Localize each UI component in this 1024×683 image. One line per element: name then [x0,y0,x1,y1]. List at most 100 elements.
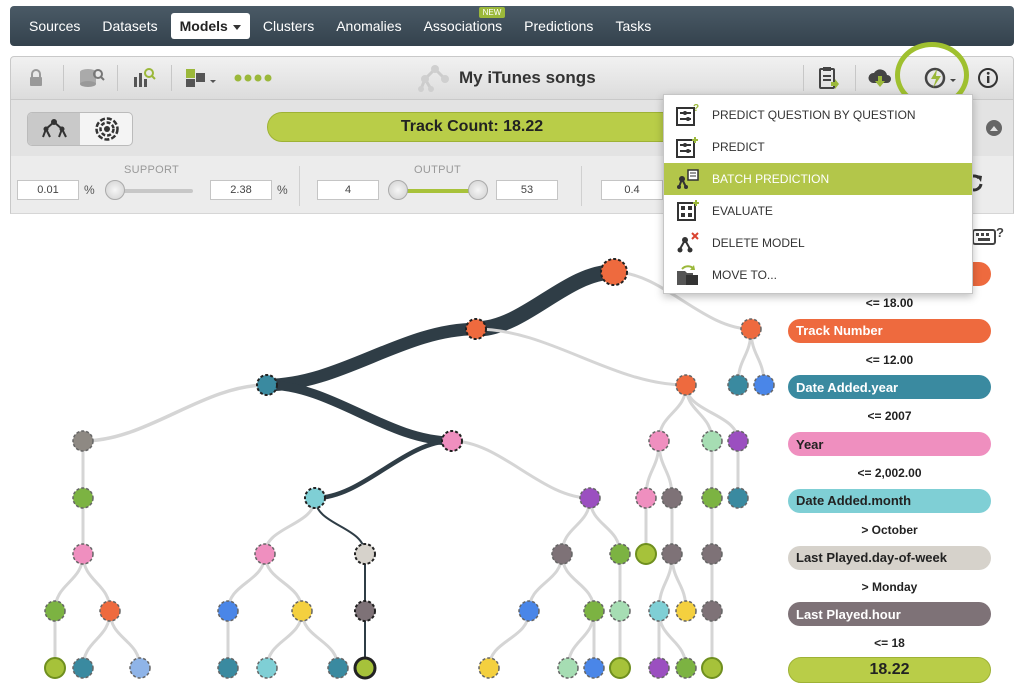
model-type-icon[interactable] [183,65,219,91]
path-condition: <= 2007 [867,409,912,424]
tree-node[interactable] [701,487,723,509]
keyboard-shortcuts-icon[interactable]: ? [972,225,1004,247]
output-slider-track[interactable] [397,189,479,193]
output-min-input[interactable]: 4 [317,180,379,200]
tree-node[interactable] [72,543,94,565]
tree-node[interactable] [635,487,657,509]
tree-node[interactable] [441,430,463,452]
tree-node[interactable] [72,487,94,509]
output-slider-min-handle[interactable] [388,180,408,200]
menu-item-predict-question-by-question[interactable]: ? PREDICT QUESTION BY QUESTION [664,99,972,131]
dots-menu-icon[interactable] [231,65,275,91]
tree-node[interactable] [727,430,749,452]
tree-node[interactable] [661,543,683,565]
menu-item-move-to[interactable]: MOVE TO... [664,259,972,291]
menu-item-delete-model[interactable]: DELETE MODEL [664,227,972,259]
menu-item-predict[interactable]: PREDICT [664,131,972,163]
tree-node[interactable] [256,374,278,396]
nav-label: Anomalies [336,18,402,34]
support-max-input[interactable]: 2.38 [210,180,272,200]
tree-node[interactable] [648,430,670,452]
path-condition: <= 12.00 [865,352,914,367]
clipboard-icon[interactable] [815,65,841,91]
tree-leaf-node[interactable] [701,657,723,679]
nav-label: Clusters [262,18,315,34]
tree-leaf-node[interactable] [256,657,278,679]
tree-node[interactable] [753,374,775,396]
tree-node[interactable] [675,600,697,622]
info-icon[interactable] [975,65,1001,91]
tree-node[interactable] [579,487,601,509]
tree-leaf-node[interactable] [478,657,500,679]
nav-models[interactable]: Models [170,13,250,39]
tree-leaf-node[interactable] [353,656,377,680]
menu-item-batch-prediction[interactable]: BATCH PREDICTION [664,163,972,195]
nav-sources[interactable]: Sources [20,13,89,39]
nav-datasets[interactable]: Datasets [93,13,166,39]
path-field-pill[interactable]: Date Added.month [788,488,991,513]
tree-leaf-node[interactable] [648,657,670,679]
tree-node[interactable] [740,318,762,340]
tree-node[interactable] [648,600,670,622]
collapse-up-icon[interactable] [986,120,1002,136]
tree-node[interactable] [551,543,573,565]
nav-clusters[interactable]: Clusters [254,13,323,39]
nav-tasks[interactable]: Tasks [606,13,660,39]
path-field-pill[interactable]: Last Played.hour [788,602,991,627]
tree-node[interactable] [254,543,276,565]
path-field-pill[interactable]: Last Played.day-of-week [788,545,991,570]
tree-leaf-node[interactable] [217,657,239,679]
tree-leaf-node[interactable] [44,657,66,679]
menu-item-evaluate[interactable]: EVALUATE [664,195,972,227]
output-max-input[interactable]: 53 [496,180,558,200]
tree-leaf-node[interactable] [609,657,631,679]
tree-node[interactable] [609,600,631,622]
tree-node[interactable] [354,543,376,565]
output-slider-max-handle[interactable] [468,180,488,200]
tree-node[interactable] [701,430,723,452]
tree-leaf-node[interactable] [72,657,94,679]
sunburst-view-icon [95,117,119,141]
nav-associations[interactable]: Associations NEW [415,7,512,39]
tree-node[interactable] [518,600,540,622]
tree-node[interactable] [44,600,66,622]
tree-leaf-node[interactable] [583,657,605,679]
tree-node[interactable] [465,318,487,340]
tree-leaf-node[interactable] [327,657,349,679]
tree-node[interactable] [354,600,376,622]
tree-branch [81,383,269,443]
confidence-min-input[interactable]: 0.4 [601,180,663,200]
tree-view-button[interactable] [28,113,80,145]
tree-node[interactable] [727,374,749,396]
nav-label: Tasks [615,18,652,34]
tree-node[interactable] [583,600,605,622]
support-min-input[interactable]: 0.01 [17,180,79,200]
cloud-download-icon[interactable] [867,65,893,91]
tree-node[interactable] [675,374,697,396]
tree-leaf-node[interactable] [129,657,151,679]
tree-node[interactable] [727,487,749,509]
tree-node[interactable] [661,487,683,509]
nav-anomalies[interactable]: Anomalies [327,13,410,39]
tree-node[interactable] [304,487,326,509]
nav-predictions[interactable]: Predictions [515,13,602,39]
path-field-pill[interactable]: Track Number [788,318,991,343]
tree-node[interactable] [701,600,723,622]
tree-node[interactable] [291,600,313,622]
tree-leaf-node[interactable] [557,657,579,679]
sunburst-view-button[interactable] [80,113,132,145]
tree-leaf-node[interactable] [675,657,697,679]
path-field-pill[interactable]: Year [788,432,991,457]
tree-node[interactable] [635,543,657,565]
dataset-icon[interactable] [79,65,105,91]
support-slider-handle[interactable] [105,180,125,200]
path-field-pill[interactable]: Date Added.year [788,375,991,400]
summary-report-icon[interactable] [131,65,157,91]
lock-icon[interactable] [23,65,49,91]
tree-root-node[interactable] [600,258,628,286]
tree-node[interactable] [217,600,239,622]
tree-node[interactable] [72,430,94,452]
tree-node[interactable] [701,543,723,565]
tree-node[interactable] [609,543,631,565]
tree-node[interactable] [99,600,121,622]
